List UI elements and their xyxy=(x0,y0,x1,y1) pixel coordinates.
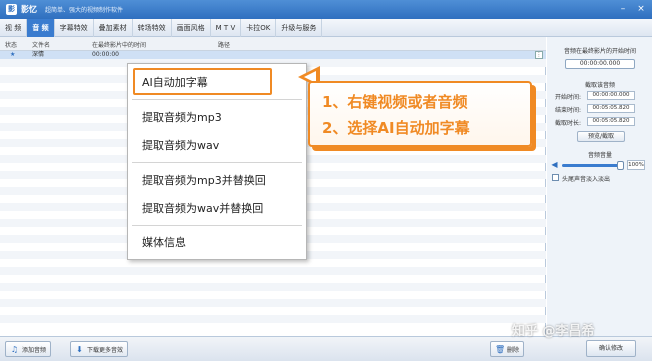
tab-overlay-materials[interactable]: 叠加素材 xyxy=(94,18,133,37)
delete-label: 删除 xyxy=(507,346,520,354)
download-more-label: 下载更多音效 xyxy=(87,346,124,354)
cut-end-label: 结束时间: xyxy=(555,107,582,114)
zhihu-watermark: 知乎 @李昌希 xyxy=(512,324,595,339)
close-icon[interactable]: × xyxy=(636,4,646,14)
start-time-title: 音频在最终影片的开始时间 xyxy=(563,48,636,55)
audio-settings-panel: 音频在最终影片的开始时间 00:00:00.000 截取该音频 开始时间: 00… xyxy=(547,37,652,336)
volume-slider-handle[interactable] xyxy=(617,161,624,170)
empty-row xyxy=(0,267,546,275)
status-star-icon: ★ xyxy=(10,51,16,58)
tab-audio[interactable]: 音 频 xyxy=(27,18,55,37)
cut-end-field[interactable]: 00:05:05.820 xyxy=(587,104,635,113)
app-logo: 影 xyxy=(6,4,17,15)
start-time-input[interactable]: 00:00:00.000 xyxy=(565,59,635,69)
title-bar: 影 影忆 超简单、强大的视频制作软件 – × xyxy=(0,0,652,19)
menu-separator xyxy=(132,99,302,100)
volume-slider-track[interactable] xyxy=(562,164,622,167)
cut-start-label: 开始时间: xyxy=(555,94,582,101)
column-filename[interactable]: 文件名 xyxy=(32,40,50,49)
menu-item-extract-wav-replace[interactable]: 提取音频为wav并替换回 xyxy=(142,200,263,216)
row-options-icon[interactable]: ⋮ xyxy=(535,51,543,59)
menu-separator xyxy=(132,225,302,226)
tab-upgrade-service[interactable]: 升级与服务 xyxy=(276,18,323,37)
tab-picture-style[interactable]: 画面风格 xyxy=(172,18,211,37)
volume-value-field[interactable]: 100% xyxy=(627,160,645,170)
cut-length-label: 截取时长: xyxy=(555,120,582,127)
tab-karaoke[interactable]: 卡拉OK xyxy=(241,18,277,37)
main-tab-bar: 视 频 音 频 字幕特效 叠加素材 转场特效 画面风格 M T V 卡拉OK 升… xyxy=(0,18,652,37)
menu-item-extract-mp3[interactable]: 提取音频为mp3 xyxy=(142,109,222,125)
fade-checkbox[interactable] xyxy=(552,174,559,181)
instruction-callout: 1、右键视频或者音频 2、选择AI自动加字幕 xyxy=(308,81,532,147)
cut-length-field[interactable]: 00:05:05.820 xyxy=(587,117,635,126)
column-status[interactable]: 状态 xyxy=(5,40,17,49)
tab-transition-effects[interactable]: 转场特效 xyxy=(133,18,172,37)
window-controls: – × xyxy=(618,4,646,14)
menu-item-extract-mp3-replace[interactable]: 提取音频为mp3并替换回 xyxy=(142,172,266,188)
bottom-toolbar: ♫ 添加音频 ⬇ 下载更多音效 🗑 删除 xyxy=(0,336,652,361)
menu-item-extract-wav[interactable]: 提取音频为wav xyxy=(142,137,219,153)
empty-row xyxy=(0,283,546,291)
context-menu: AI自动加字幕 提取音频为mp3 提取音频为wav 提取音频为mp3并替换回 提… xyxy=(127,63,307,260)
download-more-sounds-button[interactable]: ⬇ 下载更多音效 xyxy=(70,341,129,357)
speaker-icon[interactable]: ◀ xyxy=(550,160,559,169)
callout-step-2: 2、选择AI自动加字幕 xyxy=(322,119,470,137)
fade-label: 头尾声音淡入淡出 xyxy=(562,176,611,183)
tab-mtv[interactable]: M T V xyxy=(211,18,242,37)
minimize-icon[interactable]: – xyxy=(618,4,628,14)
volume-title: 音频音量 xyxy=(587,152,612,159)
trash-icon: 🗑 xyxy=(495,344,506,354)
menu-item-ai-auto-subtitle[interactable]: AI自动加字幕 xyxy=(142,74,208,90)
column-path[interactable]: 路径 xyxy=(218,40,230,49)
confirm-changes-button[interactable]: 确认修改 xyxy=(586,340,636,357)
empty-row xyxy=(0,315,546,323)
add-audio-label: 添加音频 xyxy=(22,346,47,354)
download-icon: ⬇ xyxy=(76,344,83,354)
callout-step-1: 1、右键视频或者音频 xyxy=(322,93,468,111)
menu-separator xyxy=(132,162,302,163)
menu-item-media-info[interactable]: 媒体信息 xyxy=(142,234,186,250)
app-slogan: 超简单、强大的视频制作软件 xyxy=(45,7,124,14)
app-name: 影忆 xyxy=(21,5,37,14)
add-audio-button[interactable]: ♫ 添加音频 xyxy=(5,341,52,357)
table-row[interactable]: ★ 深情 00:00:00 xyxy=(0,51,546,59)
row-filename: 深情 xyxy=(32,51,45,58)
tab-subtitle-effects[interactable]: 字幕特效 xyxy=(55,18,94,37)
tab-video[interactable]: 视 频 xyxy=(0,18,28,37)
empty-row xyxy=(0,299,546,307)
delete-button[interactable]: 🗑 删除 xyxy=(490,341,525,357)
row-time: 00:00:00 xyxy=(92,51,119,58)
cut-audio-title: 截取该音频 xyxy=(584,82,615,89)
cut-start-field[interactable]: 00:00:00.000 xyxy=(587,91,635,100)
music-note-icon: ♫ xyxy=(10,344,19,354)
list-header: 状态 文件名 在最终影片中的时间 路径 xyxy=(0,37,546,51)
column-time-in-movie[interactable]: 在最终影片中的时间 xyxy=(92,40,146,49)
preview-cut-button[interactable]: 预览/截取 xyxy=(577,131,625,142)
